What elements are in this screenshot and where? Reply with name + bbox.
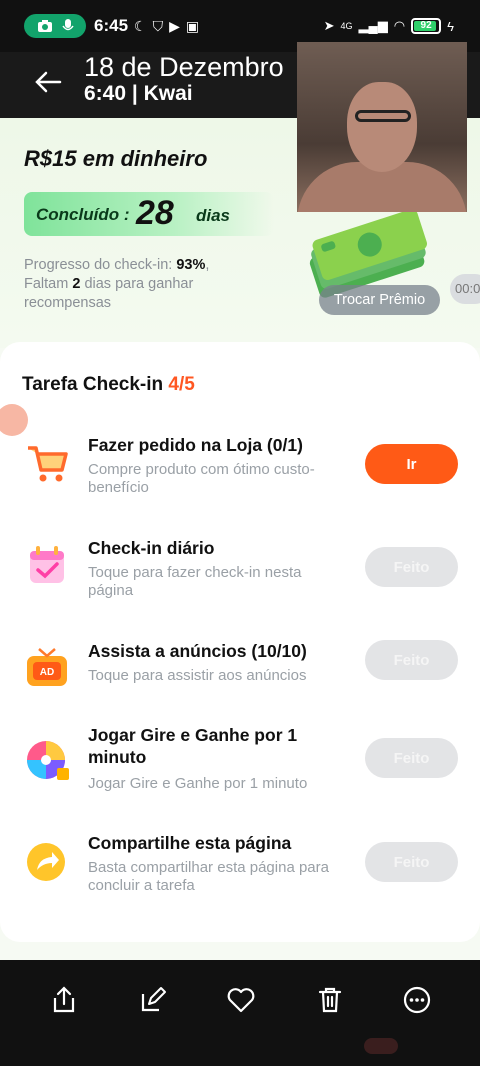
completed-label: Concluído : [36, 205, 130, 224]
tasks-title-text: Tarefa Check-in [22, 374, 169, 395]
wifi-icon: ◠ [393, 18, 406, 33]
camera-preview-overlay[interactable] [297, 42, 467, 212]
edit-icon[interactable] [137, 984, 169, 1016]
media-time-app: 6:40 | Kwai [84, 82, 193, 105]
progress-suffix: , [205, 257, 210, 273]
task-daily-checkin: Check-in diário Toque para fazer check-i… [0, 537, 480, 617]
remaining-prefix: Faltam [24, 276, 73, 292]
microphone-icon [61, 19, 74, 31]
task-description: Basta compartilhar esta página para conc… [88, 859, 329, 894]
task-name: Compartilhe esta página [88, 833, 292, 853]
status-left: 6:45 ☾ ⛉ ▶ ▣ [24, 14, 199, 38]
shopping-cart-icon [28, 446, 68, 482]
completed-days-unit: dias [196, 206, 231, 225]
ad-tv-icon: AD [27, 648, 67, 686]
task-description: Toque para assistir aos anúncios [88, 667, 307, 684]
battery-icon: 92 [411, 18, 442, 34]
completed-days-pill: Concluído : 28 dias [24, 192, 274, 236]
task-name: Check-in diário [88, 538, 215, 558]
camera-icon [37, 20, 52, 32]
battery-level: 92 [420, 20, 432, 31]
done-button[interactable]: Feito [365, 842, 458, 882]
task-description: Jogar Gire e Ganhe por 1 minuto [88, 775, 308, 792]
done-button[interactable]: Feito [365, 738, 458, 778]
task-name: Assista a anúncios (10/10) [88, 641, 307, 661]
share-arrow-icon [27, 843, 65, 881]
clock: 6:45 [94, 16, 129, 35]
video-icon: ▶ [169, 17, 180, 34]
tasks-count: 4/5 [168, 374, 195, 395]
calendar-check-icon [30, 546, 64, 583]
tasks-title: Tarefa Check-in 4/5 [22, 374, 195, 396]
exchange-prize-button[interactable]: Trocar Prêmio [319, 285, 440, 315]
camera-person-face [347, 82, 417, 172]
cash-reward-title: R$15 em dinheiro [24, 146, 208, 171]
task-description: Compre produto com ótimo custo-benefício [88, 461, 315, 496]
location-icon: ➤ [323, 18, 335, 33]
task-order-store: Fazer pedido na Loja (0/1) Compre produt… [0, 434, 480, 514]
network-type: 4G [340, 21, 353, 31]
task-spin-win: Jogar Gire e Ganhe por 1 minuto Jogar Gi… [0, 724, 480, 804]
progress-value: 93% [176, 257, 206, 273]
task-name: Fazer pedido na Loja (0/1) [88, 435, 303, 455]
svg-text:AD: AD [40, 667, 54, 678]
task-name: Jogar Gire e Ganhe por 1 minuto [88, 725, 298, 767]
checkin-progress-text: Progresso do check-in: 93%, Faltam 2 dia… [24, 256, 254, 313]
checkin-page: R$15 em dinheiro Concluído : 28 dias Pro… [0, 118, 480, 960]
tasks-card: Tarefa Check-in 4/5 Fazer pedido na Loja… [0, 342, 480, 942]
moon-icon: ☾ [134, 17, 147, 34]
charging-icon: ϟ [447, 18, 454, 34]
share-icon[interactable] [48, 984, 80, 1016]
timer-pill[interactable]: 00:0 [450, 274, 480, 304]
heart-icon[interactable] [225, 984, 257, 1016]
task-description: Toque para fazer check-in nesta página [88, 564, 302, 599]
faint-toggle [364, 1038, 398, 1054]
gallery-icon: ▣ [185, 17, 200, 34]
trash-icon[interactable] [314, 984, 346, 1016]
progress-prefix: Progresso do check-in: [24, 257, 177, 273]
go-button[interactable]: Ir [365, 444, 458, 484]
completed-days: 28 [136, 194, 174, 232]
more-icon[interactable] [401, 984, 433, 1016]
media-date: 18 de Dezembro [84, 52, 284, 82]
task-watch-ads: AD Assista a anúncios (10/10) Toque para… [0, 640, 480, 720]
spin-wheel-icon [27, 741, 69, 780]
shield-icon: ⛉ [152, 17, 164, 34]
screen-recording-indicator[interactable] [24, 14, 86, 38]
signal-icon: ▂▄▆ [358, 18, 388, 33]
floating-side-icon[interactable] [0, 404, 28, 436]
done-button[interactable]: Feito [365, 640, 458, 680]
task-share-page: Compartilhe esta página Basta compartilh… [0, 832, 480, 912]
done-button[interactable]: Feito [365, 547, 458, 587]
back-arrow-icon[interactable] [30, 64, 66, 100]
camera-person-glasses [355, 110, 411, 122]
status-right: ➤ 4G ▂▄▆ ◠ 92 ϟ [324, 14, 454, 38]
bottom-toolbar [0, 960, 480, 1066]
